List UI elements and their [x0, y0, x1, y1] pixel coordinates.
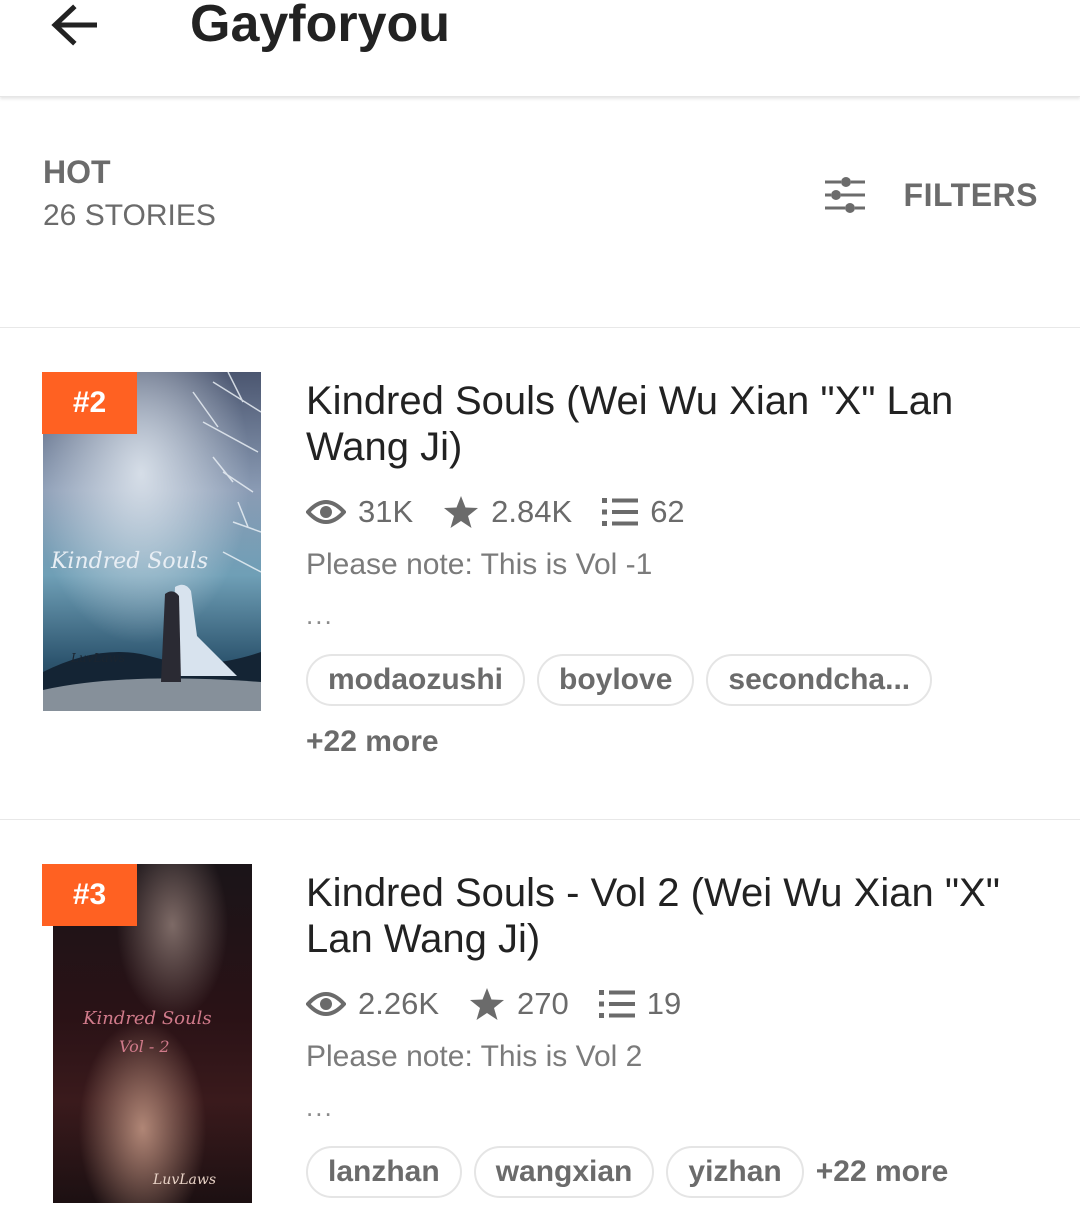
svg-text:LuvLaws: LuvLaws [152, 1172, 216, 1188]
divider [0, 327, 1080, 328]
votes-count: 270 [517, 986, 569, 1021]
votes-stat: 270 [469, 986, 569, 1022]
star-icon [470, 988, 505, 1020]
tag-chip[interactable]: secondcha... [706, 654, 933, 706]
views-stat: 31K [306, 494, 413, 530]
story-title[interactable]: Kindred Souls - Vol 2 (Wei Wu Xian "X" L… [306, 870, 1046, 962]
svg-text:Kindred Souls: Kindred Souls [50, 549, 208, 574]
app-bar: Gayforyou [0, 0, 1080, 97]
tag-chip[interactable]: boylove [537, 654, 695, 706]
page-title: Gayforyou [190, 0, 451, 53]
rank-badge: #3 [42, 864, 137, 926]
more-tags-link[interactable]: +22 more [306, 725, 439, 759]
eye-icon [306, 992, 346, 1016]
story-description: Please note: This is Vol -1 [306, 548, 653, 581]
divider [0, 819, 1080, 820]
parts-count: 62 [650, 494, 685, 529]
story-list-screen: Gayforyou HOT 26 STORIES FILTERS Kindred… [0, 0, 1080, 1232]
list-summary: HOT 26 STORIES [43, 152, 216, 236]
votes-count: 2.84K [491, 494, 573, 529]
svg-text:Kindred Souls: Kindred Souls [82, 1008, 212, 1029]
story-description: Please note: This is Vol 2 [306, 1040, 643, 1073]
story-stats: 31K 2.84K 62 [306, 490, 715, 534]
parts-stat: 62 [602, 494, 685, 530]
rank-badge: #2 [42, 372, 137, 434]
views-stat: 2.26K [306, 986, 439, 1022]
eye-icon [306, 500, 346, 524]
svg-text:LuvLaws: LuvLaws [70, 651, 125, 665]
description-ellipsis: ... [306, 600, 334, 630]
tag-chip[interactable]: lanzhan [306, 1146, 462, 1198]
back-button[interactable] [44, 0, 104, 50]
tag-chip[interactable]: modaozushi [306, 654, 526, 706]
tag-chip[interactable]: wangxian [473, 1146, 655, 1198]
parts-stat: 19 [598, 986, 682, 1022]
list-icon [602, 498, 639, 526]
more-tags-link[interactable]: +22 more [816, 1155, 949, 1189]
tag-chip[interactable]: yizhan [666, 1146, 804, 1198]
story-count: 26 STORIES [43, 199, 216, 232]
list-icon [598, 990, 635, 1018]
arrow-left-icon [51, 4, 97, 46]
views-count: 31K [358, 494, 414, 529]
parts-count: 19 [646, 986, 682, 1021]
description-ellipsis: ... [306, 1092, 334, 1122]
tag-list: lanzhan wangxian yizhan +22 more [306, 1146, 948, 1198]
story-title[interactable]: Kindred Souls (Wei Wu Xian "X" Lan Wang … [306, 378, 1046, 470]
tag-list: modaozushi boylove secondcha... [306, 654, 944, 706]
filters-label: FILTERS [903, 176, 1038, 213]
star-icon [444, 496, 479, 528]
filters-button[interactable]: FILTERS [824, 172, 1038, 218]
views-count: 2.26K [358, 986, 440, 1021]
svg-text:Vol - 2: Vol - 2 [119, 1037, 170, 1056]
votes-stat: 2.84K [443, 494, 572, 530]
sliders-icon [824, 177, 865, 213]
sort-label: HOT [43, 154, 111, 190]
story-stats: 2.26K 270 19 [306, 982, 711, 1026]
